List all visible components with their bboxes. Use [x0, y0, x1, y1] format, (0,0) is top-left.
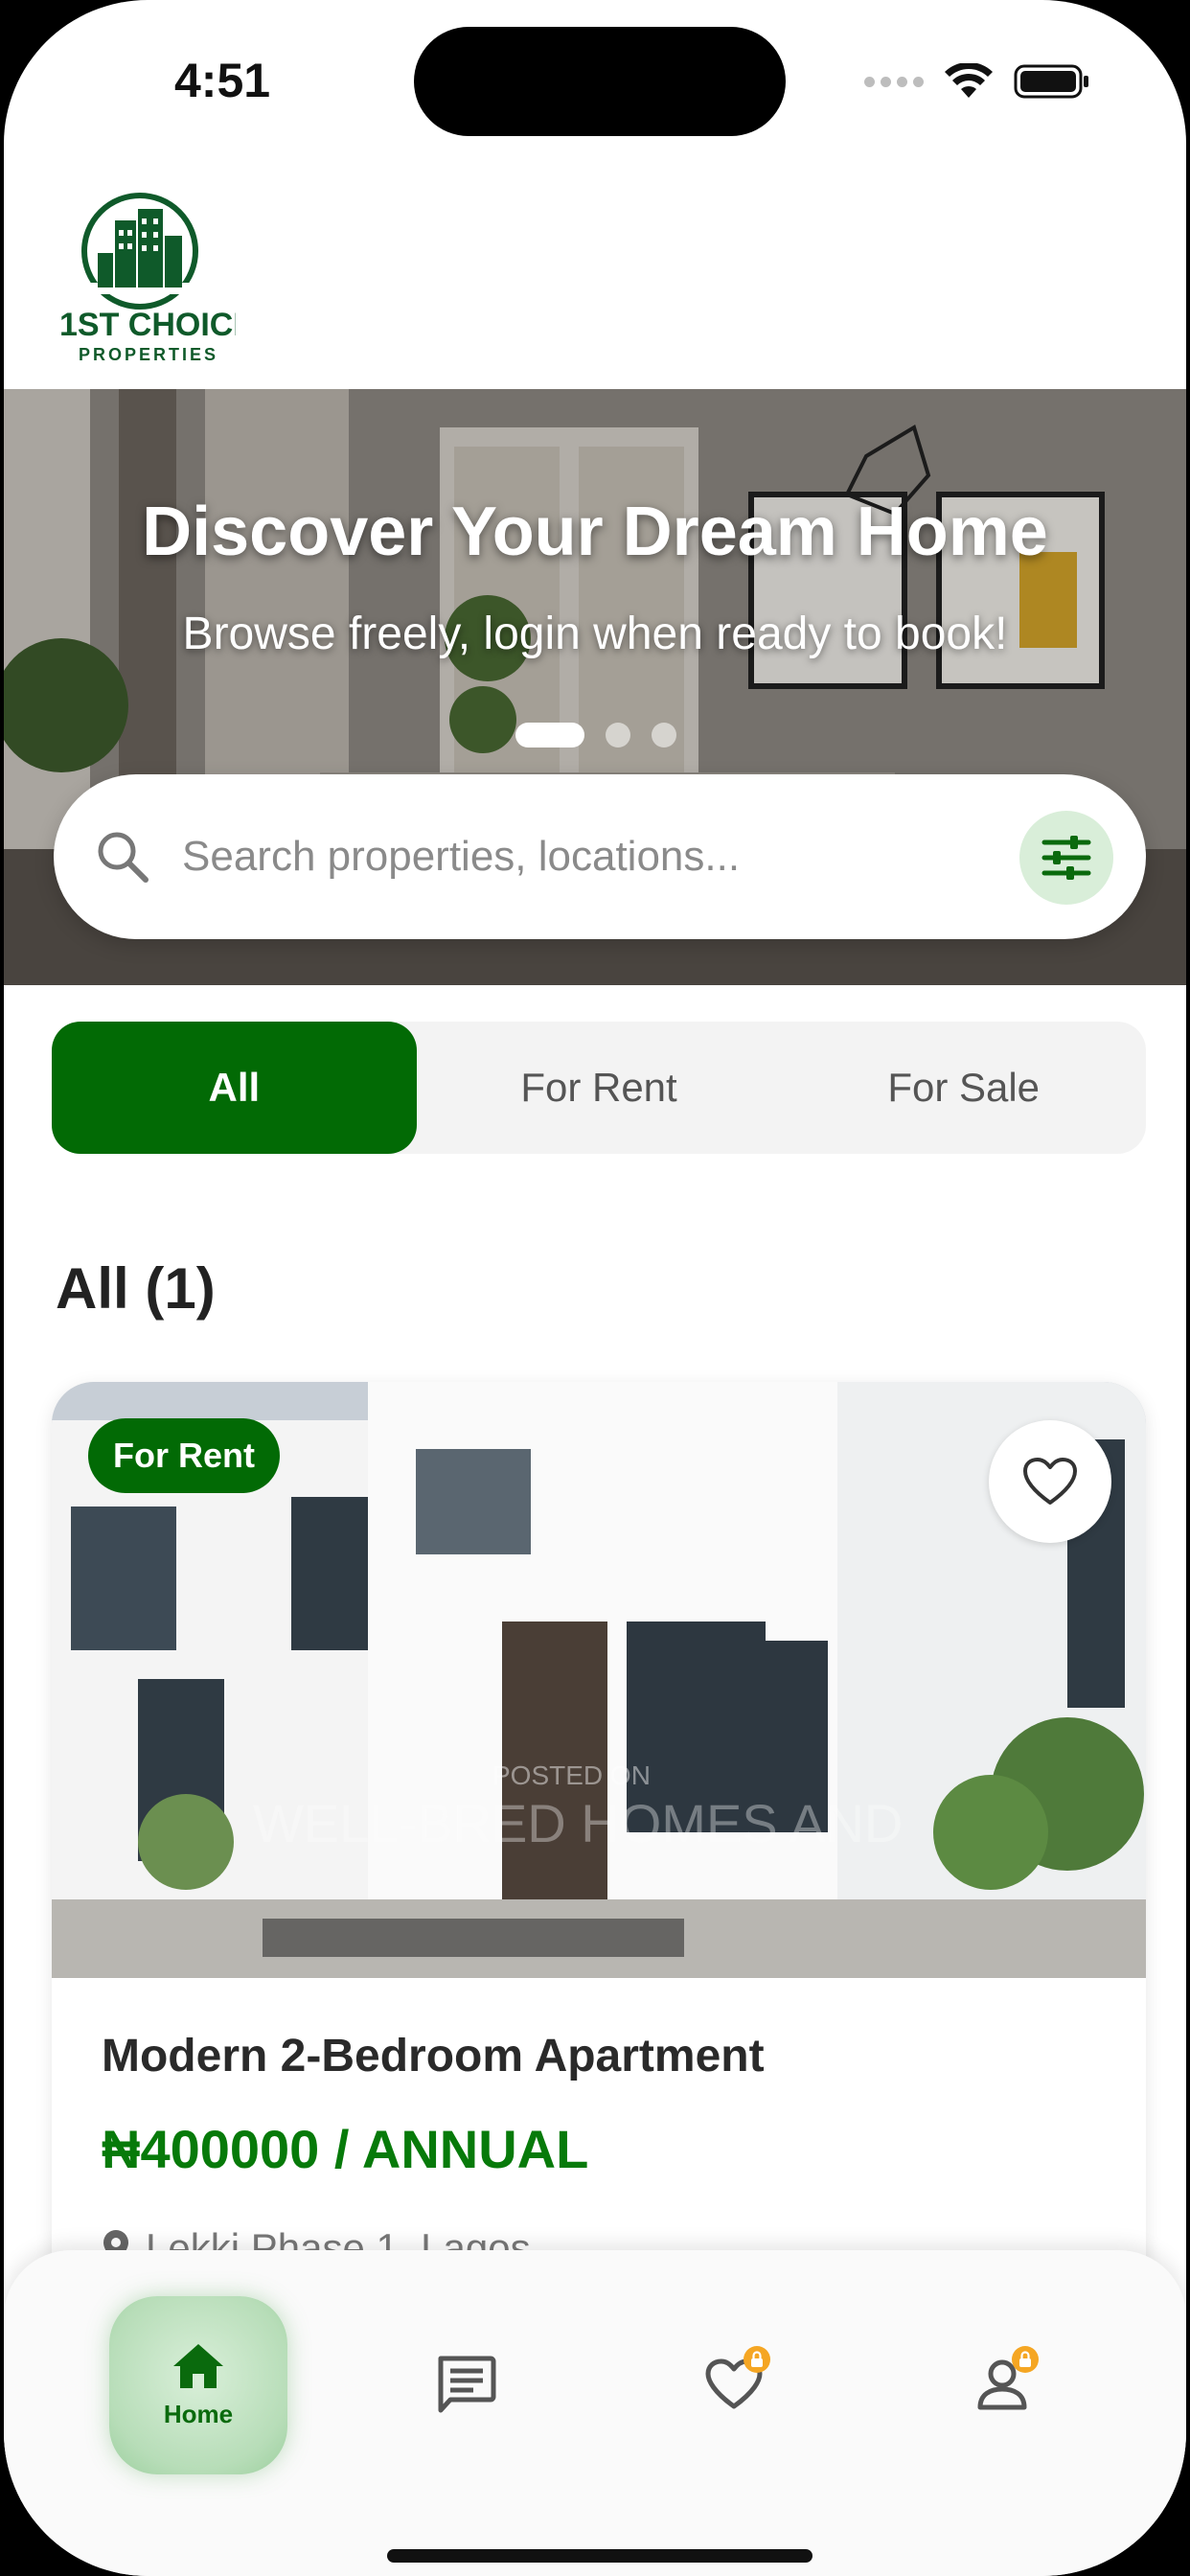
- tab-for-sale[interactable]: For Sale: [781, 1022, 1146, 1154]
- carousel-indicator: [515, 723, 676, 748]
- property-title: Modern 2-Bedroom Apartment: [102, 2031, 765, 2082]
- device-frame: 4:51 1ST CHOICE PROPERTIES Discover Your…: [0, 0, 1190, 2576]
- search-icon: [98, 832, 149, 883]
- section-title: All (1): [56, 1256, 216, 1321]
- property-price: ₦400000 / ANNUAL: [102, 2119, 589, 2179]
- status-time: 4:51: [174, 54, 271, 107]
- tab-for-rent[interactable]: For Rent: [417, 1022, 782, 1154]
- home-icon: [173, 2343, 223, 2388]
- tab-all[interactable]: All: [52, 1022, 417, 1154]
- hero-title: Discover Your Dream Home: [142, 494, 1048, 570]
- bottom-navigation: Home: [4, 2250, 1186, 2576]
- listing-type-tabs: All For Rent For Sale: [52, 1022, 1146, 1154]
- brand-name-line2: PROPERTIES: [79, 345, 218, 364]
- image-watermark-line1: POSTED ON: [492, 1760, 651, 1790]
- battery-icon: [1014, 64, 1088, 99]
- hero-subtitle: Browse freely, login when ready to book!: [182, 609, 1008, 659]
- sliders-icon: [1041, 836, 1091, 880]
- nav-favorites[interactable]: [696, 2346, 772, 2423]
- carousel-dot-2[interactable]: [606, 723, 630, 748]
- nav-home[interactable]: Home: [109, 2296, 287, 2474]
- carousel-dot-3[interactable]: [652, 723, 676, 748]
- nav-home-label: Home: [163, 2399, 234, 2428]
- chat-icon: [438, 2356, 496, 2413]
- image-watermark-line2: WELL-BRED HOMES AND: [253, 1793, 903, 1853]
- nav-profile[interactable]: [964, 2346, 1041, 2423]
- listing-type-badge: For Rent: [88, 1418, 280, 1493]
- lock-icon: [1012, 2346, 1039, 2373]
- app-screen: 4:51 1ST CHOICE PROPERTIES Discover Your…: [4, 0, 1186, 2576]
- home-indicator[interactable]: [387, 2549, 812, 2563]
- search-input[interactable]: [182, 813, 949, 901]
- filter-button[interactable]: [1019, 811, 1113, 905]
- lock-icon: [744, 2346, 770, 2373]
- wifi-icon: [945, 63, 993, 98]
- status-icons: [864, 63, 1090, 100]
- favorite-button[interactable]: [989, 1420, 1111, 1543]
- nav-messages[interactable]: [427, 2346, 504, 2423]
- search-bar[interactable]: [54, 774, 1146, 939]
- carousel-dot-1[interactable]: [515, 723, 584, 748]
- brand-name-line1: 1ST CHOICE: [59, 307, 236, 343]
- brand-logo[interactable]: 1ST CHOICE PROPERTIES: [54, 192, 255, 374]
- signal-icon: [864, 76, 924, 87]
- heart-icon: [1023, 1458, 1077, 1505]
- dynamic-island: [414, 27, 786, 136]
- property-card[interactable]: POSTED ON WELL-BRED HOMES AND For Rent M…: [52, 1382, 1146, 2340]
